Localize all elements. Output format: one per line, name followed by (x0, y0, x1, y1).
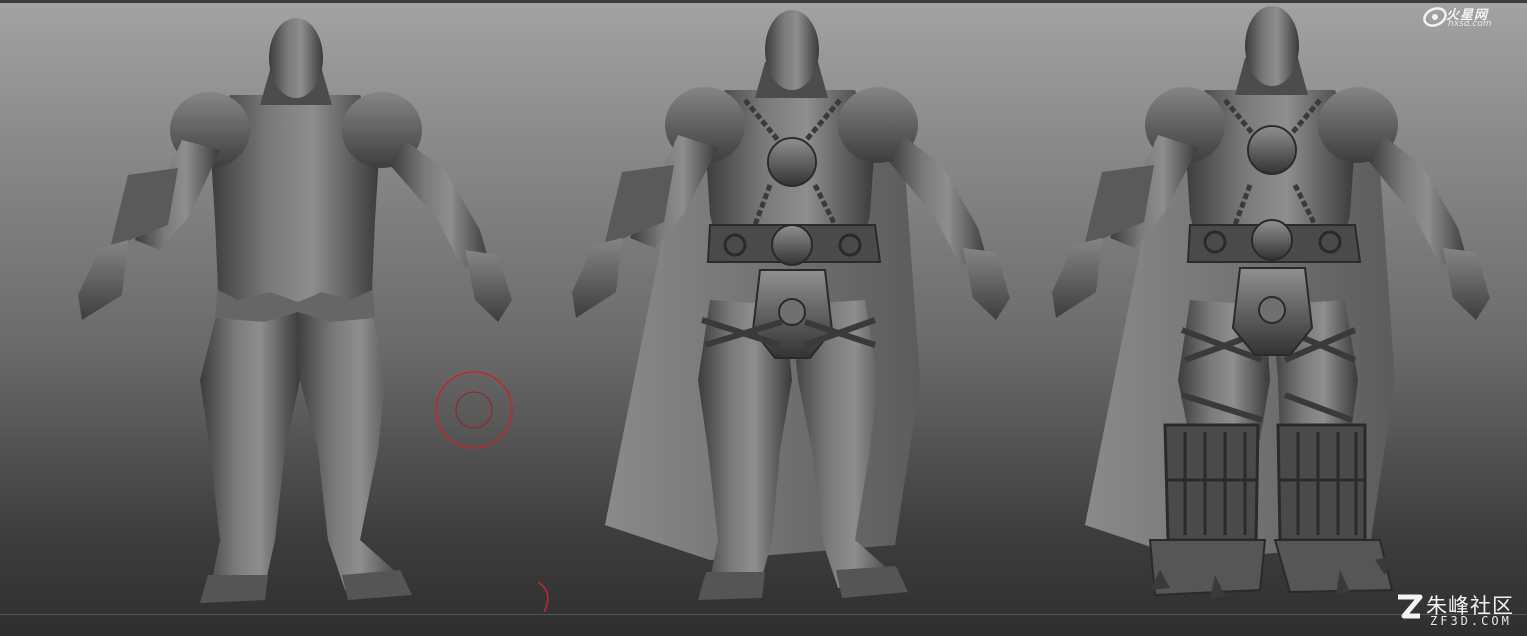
chest-disc (1247, 125, 1297, 175)
groin-disc (1258, 296, 1286, 324)
left-leg (200, 300, 300, 590)
zbrush-viewport[interactable]: 火星网 hxsd.com 朱峰社区 ZF3D.COM (0, 0, 1527, 636)
left-foot (200, 575, 268, 603)
right-hand (1443, 248, 1490, 320)
left-foot (698, 572, 765, 600)
hxsd-url: hxsd.com (1448, 19, 1492, 29)
right-foot (342, 570, 412, 600)
zf3d-watermark: 朱峰社区 ZF3D.COM (1390, 588, 1525, 634)
belt-buckle (771, 224, 813, 266)
sculpt-brush-cursor[interactable] (430, 368, 520, 458)
hxsd-watermark: 火星网 hxsd.com (1418, 2, 1524, 32)
head (269, 18, 323, 98)
zf3d-logo-icon (1398, 594, 1423, 619)
right-boot-cage (1276, 423, 1367, 542)
head (1245, 6, 1299, 86)
right-boot-foot (1273, 539, 1394, 594)
right-leg (295, 300, 405, 590)
belt-buckle (1251, 219, 1293, 261)
right-hand (465, 250, 512, 322)
canvas-bottom-border (0, 614, 1527, 615)
hxsd-logo-icon (1423, 7, 1447, 27)
head (765, 10, 819, 90)
brush-stroke-mark (537, 581, 549, 613)
groin-disc (778, 298, 806, 326)
model-armor-cape[interactable] (560, 0, 1030, 610)
left-hand (1052, 238, 1102, 318)
right-hand (963, 248, 1010, 320)
model-full-armor[interactable] (1040, 0, 1510, 610)
left-hand (78, 240, 128, 320)
chest-disc (767, 137, 817, 187)
right-arm (390, 140, 490, 268)
right-foot (836, 566, 908, 598)
model-base-body[interactable] (60, 0, 530, 610)
zf3d-url: ZF3D.COM (1430, 614, 1512, 628)
left-hand (572, 238, 622, 318)
